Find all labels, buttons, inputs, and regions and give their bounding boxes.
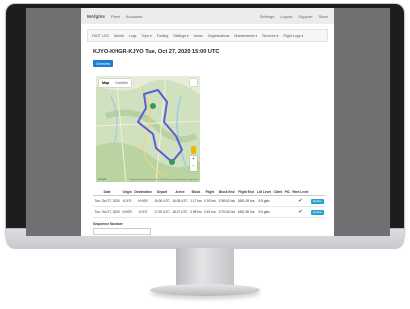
cell-pic bbox=[283, 195, 292, 207]
overview-button[interactable]: Overview bbox=[93, 60, 113, 67]
cell-origin: KHGR bbox=[121, 206, 134, 218]
cell-actions: Delete bbox=[309, 195, 325, 207]
cell-block-end: 1770.60 hrs bbox=[216, 206, 237, 218]
col-flight-end: Flight End bbox=[236, 188, 256, 196]
zoom-in-button[interactable]: + bbox=[192, 156, 195, 163]
zoom-out-button[interactable]: − bbox=[192, 163, 195, 170]
col-origin: Origin bbox=[121, 188, 134, 196]
monitor-stand-base bbox=[150, 284, 260, 296]
flight-route bbox=[137, 89, 183, 165]
col-ldt-level: Ldt Level bbox=[255, 188, 273, 196]
col-flight: Flight bbox=[202, 188, 217, 196]
cell-date: Tue, Oct 27, 2020 bbox=[93, 195, 122, 207]
cell-flight: 0.93 hrs bbox=[202, 195, 217, 207]
map-tab-satellite[interactable]: Satellite bbox=[112, 79, 131, 87]
table-row: Tue, Oct 27, 2020 KJYO KHGR 15:00 UTC 16… bbox=[93, 195, 325, 207]
web-app: MAfghts Fleet Accounts Settings Logout S… bbox=[81, 8, 334, 236]
cell-depart: 17:20 UTC bbox=[153, 206, 171, 218]
col-block-end: Block End bbox=[216, 188, 237, 196]
cell-block: 1.17 hrs bbox=[188, 195, 203, 207]
cell-origin: KJYO bbox=[121, 195, 134, 207]
col-actions bbox=[309, 188, 325, 196]
map-attribution: Keyboard shortcuts Map data ©2020 Terms … bbox=[129, 179, 198, 181]
sub-navbar: FAST LOG Month Logs Trips ▾ Fueling Sett… bbox=[87, 29, 328, 42]
cell-destination: KJYO bbox=[133, 206, 154, 218]
col-arrive: Arrive bbox=[171, 188, 189, 196]
col-destination: Destination bbox=[133, 188, 154, 196]
cell-flight-end: 1681.09 hrs bbox=[236, 195, 256, 207]
cell-block-end: 1769.62 hrs bbox=[216, 195, 237, 207]
map-tab-map[interactable]: Map bbox=[99, 79, 112, 87]
cell-actions: Delete bbox=[309, 206, 325, 218]
delete-button[interactable]: Delete bbox=[311, 209, 324, 215]
cell-block: 0.98 hrs bbox=[188, 206, 203, 218]
subnav-maintenance[interactable]: Maintenance ▾ bbox=[234, 34, 257, 38]
pegman-icon[interactable] bbox=[191, 146, 196, 154]
route-map[interactable]: Map Satellite + − Google Keyboard shortc… bbox=[96, 76, 200, 182]
col-block: Block bbox=[188, 188, 203, 196]
top-navbar: MAfghts Fleet Accounts Settings Logout S… bbox=[81, 8, 334, 24]
sequence-number-input[interactable] bbox=[93, 228, 151, 235]
subnav-logs[interactable]: Logs bbox=[129, 34, 137, 38]
cell-pic bbox=[283, 206, 292, 218]
brand-logo[interactable]: MAfghts bbox=[87, 14, 105, 19]
cell-client bbox=[272, 206, 284, 218]
subnav-trips[interactable]: Trips ▾ bbox=[141, 34, 151, 38]
cell-destination: KHGR bbox=[133, 195, 154, 207]
cell-flight: 0.81 hrs bbox=[202, 206, 217, 218]
nav-link-store[interactable]: Store bbox=[318, 14, 328, 19]
subnav-settings[interactable]: Settings ▾ bbox=[173, 34, 188, 38]
subnav-flight-logs[interactable]: Flight Logs ▾ bbox=[283, 34, 303, 38]
flight-table: Date Origin Destination Depart Arrive Bl… bbox=[93, 188, 325, 218]
cell-arrive: 16:05 UTC bbox=[171, 195, 189, 207]
map-type-toggle: Map Satellite bbox=[99, 79, 131, 87]
google-logo: Google bbox=[98, 178, 107, 181]
cell-flight-end: 1681.90 hrs bbox=[236, 206, 256, 218]
subnav-users[interactable]: Users bbox=[194, 34, 203, 38]
destination-marker-icon bbox=[169, 159, 175, 165]
col-depart: Depart bbox=[153, 188, 171, 196]
fullscreen-icon[interactable] bbox=[190, 79, 197, 86]
nav-link-accounts[interactable]: Accounts bbox=[126, 14, 142, 19]
nav-link-support[interactable]: Support bbox=[298, 14, 312, 19]
cell-depart: 15:00 UTC bbox=[153, 195, 171, 207]
cell-date: Tue, Oct 27, 2020 bbox=[93, 206, 122, 218]
table-header-row: Date Origin Destination Depart Arrive Bl… bbox=[93, 188, 325, 196]
check-icon: ✔ bbox=[291, 195, 310, 207]
sequence-number-label: Sequence Number bbox=[93, 222, 123, 226]
subnav-services[interactable]: Services ▾ bbox=[262, 34, 278, 38]
cell-arrive: 18:27 UTC bbox=[171, 206, 189, 218]
col-date: Date bbox=[93, 188, 122, 196]
col-pic: PIC bbox=[283, 188, 292, 196]
table-row: Tue, Oct 27, 2020 KHGR KJYO 17:20 UTC 18… bbox=[93, 206, 325, 218]
cell-ldt-level: 5.5 gals bbox=[255, 195, 273, 207]
origin-marker-icon bbox=[150, 103, 156, 109]
delete-button[interactable]: Delete bbox=[311, 198, 324, 204]
subnav-month[interactable]: Month bbox=[114, 34, 124, 38]
nav-link-logout[interactable]: Logout bbox=[280, 14, 292, 19]
page-title: KJYO-KHGR-KJYO Tue, Oct 27, 2020 15:00 U… bbox=[93, 49, 220, 55]
nav-link-settings[interactable]: Settings bbox=[260, 14, 274, 19]
cell-client bbox=[272, 195, 284, 207]
zoom-control: + − bbox=[190, 156, 197, 171]
nav-link-fleet[interactable]: Fleet bbox=[111, 14, 120, 19]
col-rent-level: Rent Level bbox=[291, 188, 310, 196]
subnav-fueling[interactable]: Fueling bbox=[157, 34, 168, 38]
screen: MAfghts Fleet Accounts Settings Logout S… bbox=[26, 8, 390, 236]
col-client: Client bbox=[272, 188, 284, 196]
cell-ldt-level: 5.5 gals bbox=[255, 206, 273, 218]
subnav-organizations[interactable]: Organizations bbox=[208, 34, 230, 38]
subnav-fast-log[interactable]: FAST LOG bbox=[92, 34, 109, 38]
check-icon: ✔ bbox=[291, 206, 310, 218]
monitor-stand-neck bbox=[176, 248, 234, 288]
